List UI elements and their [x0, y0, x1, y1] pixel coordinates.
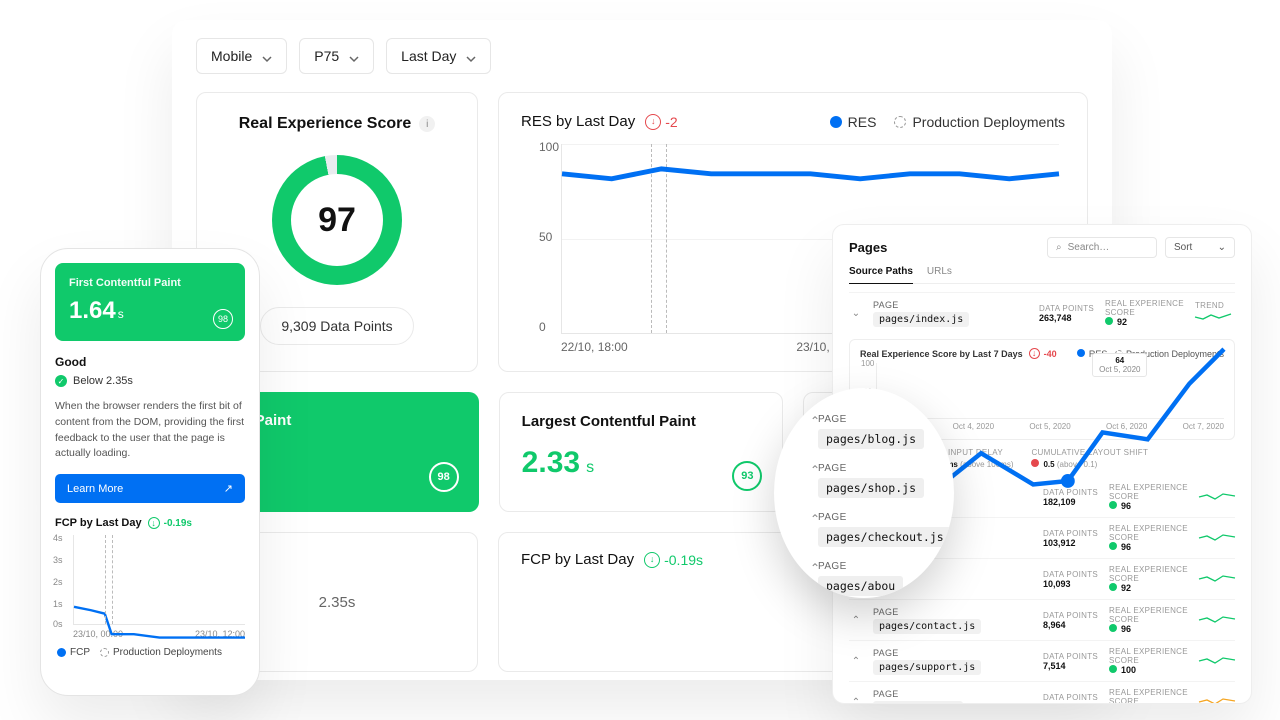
score-ring: 97 — [272, 155, 402, 285]
pages-tabs: Source Paths URLs — [849, 266, 1235, 284]
external-link-icon: ↗ — [224, 482, 233, 495]
phone-plot — [73, 535, 245, 625]
search-input[interactable]: ⌕Search… — [1047, 237, 1157, 258]
page-row[interactable]: ⌄ PAGEpages/index.js DATA POINTS263,748 … — [849, 292, 1235, 333]
chart-delta: ↓-2 — [645, 114, 677, 130]
chevron-down-icon — [349, 51, 359, 61]
chevron-down-icon: ⌄ — [849, 308, 863, 319]
chevron-up-icon: ⌃ — [849, 697, 863, 705]
learn-more-button[interactable]: Learn More↗ — [55, 474, 245, 503]
percentile-select[interactable]: P75 — [299, 38, 374, 74]
res-title: Real Experience Score — [239, 115, 412, 133]
fcp-badge: 98 — [429, 462, 459, 492]
chevron-up-icon: ⌃ — [810, 512, 820, 526]
range-select[interactable]: Last Day — [386, 38, 491, 74]
tab-urls[interactable]: URLs — [927, 266, 952, 277]
pages-title: Pages — [849, 240, 887, 255]
chart-legend: RES Production Deployments — [830, 114, 1065, 130]
chart-title: RES by Last Day — [521, 113, 635, 130]
phone-description: When the browser renders the first bit o… — [55, 399, 245, 462]
sort-select[interactable]: Sort⌄ — [1165, 237, 1235, 258]
phone-fcp-card[interactable]: First Contentful Paint 1.64s 98 — [55, 263, 245, 341]
phone-preview: First Contentful Paint 1.64s 98 Good ✓Be… — [40, 248, 260, 696]
phone-good-label: Good — [55, 355, 245, 369]
arrow-down-icon: ↓ — [645, 114, 661, 130]
legend-dot-icon — [57, 648, 66, 657]
page-row[interactable]: ⌃ PAGEpages/contact.js DATA POINTS8,964 … — [849, 599, 1235, 640]
legend-dashed-icon — [894, 116, 906, 128]
chevron-up-icon: ⌃ — [849, 656, 863, 667]
legend-dot-icon — [830, 116, 842, 128]
chevron-up-icon: ⌃ — [810, 414, 820, 428]
chevron-up-icon: ⌃ — [810, 561, 820, 575]
chart-tooltip: 64Oct 5, 2020 — [1092, 353, 1147, 377]
chevron-up-icon: ⌃ — [849, 615, 863, 626]
tab-source-paths[interactable]: Source Paths — [849, 266, 913, 284]
chevron-down-icon — [466, 51, 476, 61]
page-row[interactable]: ⌃ PAGEpages/support.js DATA POINTS7,514 … — [849, 640, 1235, 681]
chevron-down-icon: ⌄ — [1218, 242, 1226, 253]
datapoints-pill: 9,309 Data Points — [260, 307, 413, 345]
info-icon[interactable]: i — [419, 116, 435, 132]
lcp-badge: 93 — [732, 461, 762, 491]
arrow-down-icon: ↓ — [148, 517, 160, 529]
check-icon: ✓ — [55, 375, 67, 387]
chevron-down-icon — [262, 51, 272, 61]
lcp-card[interactable]: Largest Contentful Paint 2.33s 93 — [499, 392, 784, 512]
phone-chart-title: FCP by Last Day↓-0.19s — [55, 517, 245, 529]
magnifier-overlay: ⌃PAGEpages/blog.js ⌃PAGEpages/shop.js ⌃P… — [774, 388, 954, 598]
phone-badge: 98 — [213, 309, 233, 329]
search-icon: ⌕ — [1056, 242, 1062, 253]
page-row[interactable]: ⌃ PAGEpages/docs.js DATA POINTS5,084 REA… — [849, 681, 1235, 704]
phone-threshold: ✓Below 2.35s — [55, 375, 245, 387]
arrow-down-icon: ↓ — [1029, 348, 1040, 359]
device-select[interactable]: Mobile — [196, 38, 287, 74]
filter-bar: Mobile P75 Last Day — [196, 38, 1088, 74]
res-score-value: 97 — [291, 174, 383, 266]
chevron-up-icon: ⌃ — [810, 463, 820, 477]
